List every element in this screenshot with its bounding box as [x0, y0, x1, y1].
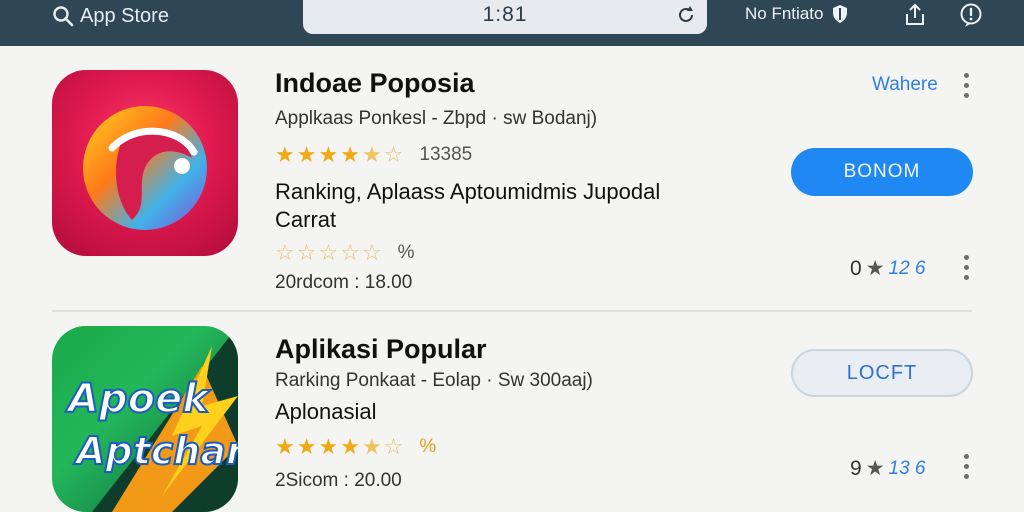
address-text: 1:81 — [482, 3, 528, 26]
mini-rating-value: 0 — [850, 256, 862, 280]
empty-star-icon: ☆ — [383, 434, 404, 459]
reload-icon[interactable] — [675, 4, 697, 26]
secondary-star-rating: ☆ ☆ ☆ ☆ ☆ % — [275, 240, 415, 266]
star-icon: ★ — [296, 142, 317, 167]
rating-percent: % — [419, 436, 437, 457]
apoek-logo-icon: Apoek Aptchar — [64, 326, 238, 512]
star-icon: ★ — [865, 457, 885, 480]
star-icon: ★ — [340, 142, 360, 167]
empty-star-icon: ☆ — [318, 240, 339, 265]
app-row[interactable]: Indoae Poposia Applkaas Ponkesl - Zbpd ·… — [0, 56, 1024, 310]
top-bar: App Store 1:81 No Fntiato — [0, 0, 1024, 46]
empty-star-icon: ☆ — [340, 240, 360, 265]
mini-rating-label: 13 6 — [888, 457, 926, 479]
rating-percent: % — [397, 242, 415, 263]
app-description: Aplonasial — [275, 398, 377, 426]
rating-count: 13385 — [419, 144, 473, 165]
app-title[interactable]: Aplikasi Popular — [275, 334, 487, 365]
star-rating: ★ ★ ★ ★ ★ ☆ 13385 — [275, 142, 472, 168]
status-area: No Fntiato — [745, 4, 849, 24]
more-options-icon[interactable] — [964, 255, 970, 285]
star-rating: ★ ★ ★ ★ ★ ☆ % — [275, 434, 436, 460]
star-icon: ★ — [275, 434, 295, 459]
address-bar[interactable]: 1:81 — [303, 0, 707, 34]
star-icon: ★ — [865, 257, 885, 280]
app-subtitle: Applkaas Ponkesl - Zbpd · sw Bodanj) — [275, 108, 598, 129]
shield-icon — [833, 5, 848, 23]
app-meta: 20rdcom : 18.00 — [275, 272, 413, 293]
empty-star-icon: ☆ — [361, 240, 382, 265]
search-icon — [53, 6, 74, 27]
share-icon[interactable] — [902, 2, 928, 28]
empty-star-icon: ☆ — [275, 240, 295, 265]
description-line: Ranking, Aplaass Aptoumidmis Jupodal — [275, 179, 661, 204]
half-star-icon: ★ — [361, 434, 382, 459]
app-subtitle: Rarking Ponkaat - Eolap · Sw 300aaj) — [275, 370, 593, 391]
star-icon: ★ — [340, 434, 360, 459]
swirl-logo-icon — [83, 106, 207, 230]
mini-rating-value: 9 — [850, 456, 862, 480]
more-options-icon[interactable] — [964, 73, 970, 103]
star-icon: ★ — [318, 142, 339, 167]
empty-star-icon: ☆ — [383, 142, 404, 167]
half-star-icon: ★ — [361, 142, 382, 167]
app-meta: 2Sicom : 20.00 — [275, 470, 402, 491]
back-label: App Store — [80, 4, 169, 27]
empty-star-icon: ☆ — [296, 240, 317, 265]
app-title[interactable]: Indoae Poposia — [275, 68, 475, 99]
open-button[interactable]: LOCFT — [791, 349, 973, 397]
description-line: Carrat — [275, 207, 337, 232]
more-options-icon[interactable] — [964, 454, 970, 484]
app-row[interactable]: Apoek Aptchar Aplikasi Popular Rarking P… — [0, 312, 1024, 512]
icon-text: Aptchar — [73, 429, 238, 473]
mini-rating: 9 ★ 13 6 — [850, 456, 926, 481]
help-icon[interactable] — [958, 2, 984, 28]
where-link[interactable]: Wahere — [872, 74, 938, 96]
mini-rating: 0 ★ 12 6 — [850, 256, 926, 281]
back-to-app-store[interactable]: App Store — [52, 4, 169, 28]
star-icon: ★ — [296, 434, 317, 459]
app-icon[interactable] — [52, 70, 238, 256]
star-icon: ★ — [275, 142, 295, 167]
mini-rating-label: 12 6 — [888, 257, 926, 279]
status-text: No Fntiato — [745, 4, 824, 23]
icon-text: Apoek — [65, 376, 211, 422]
app-icon[interactable]: Apoek Aptchar — [52, 326, 238, 512]
app-description: Ranking, Aplaass Aptoumidmis Jupodal Car… — [275, 178, 660, 234]
get-button[interactable]: BONOM — [791, 148, 973, 196]
description-line: Aplonasial — [275, 399, 377, 424]
star-icon: ★ — [318, 434, 339, 459]
